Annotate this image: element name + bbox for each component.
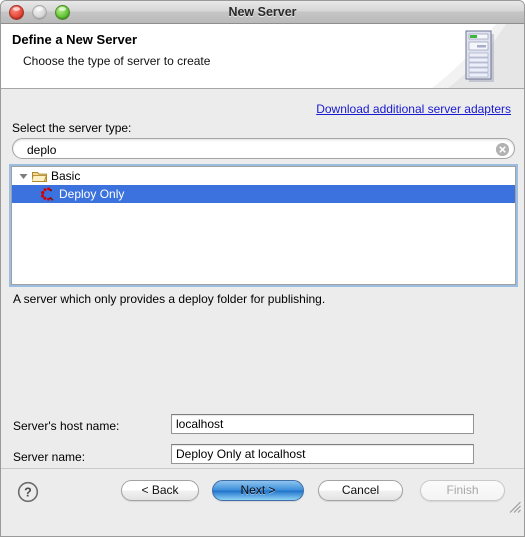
open-folder-icon bbox=[30, 170, 48, 183]
help-icon[interactable]: ? bbox=[17, 481, 39, 503]
tree-node-deploy-only[interactable]: Deploy Only bbox=[12, 185, 515, 203]
server-name-field[interactable] bbox=[171, 444, 474, 464]
finish-button: Finish bbox=[420, 480, 505, 501]
minimize-button[interactable] bbox=[32, 4, 47, 20]
tree-node-label: Basic bbox=[51, 169, 81, 183]
new-server-dialog-window: New Server Define a New Server Choose th… bbox=[0, 0, 525, 537]
server-name-label: Server name: bbox=[13, 450, 86, 464]
select-server-type-label: Select the server type: bbox=[12, 121, 132, 135]
titlebar[interactable]: New Server bbox=[1, 1, 524, 24]
close-button[interactable] bbox=[9, 4, 24, 20]
search-input[interactable] bbox=[25, 139, 489, 160]
back-button[interactable]: < Back bbox=[121, 480, 199, 501]
zoom-button[interactable] bbox=[55, 4, 70, 20]
host-name-field[interactable] bbox=[171, 414, 474, 434]
host-name-label: Server's host name: bbox=[13, 419, 120, 433]
server-name-input[interactable] bbox=[172, 445, 473, 463]
page-subtitle: Choose the type of server to create bbox=[23, 54, 211, 68]
page-title: Define a New Server bbox=[12, 32, 138, 47]
chevron-down-icon[interactable] bbox=[16, 172, 30, 181]
window-title: New Server bbox=[228, 5, 297, 19]
cancel-button[interactable]: Cancel bbox=[318, 480, 403, 501]
clear-circle-icon[interactable] bbox=[496, 143, 509, 156]
resize-grip[interactable] bbox=[508, 500, 522, 514]
window-controls bbox=[1, 4, 70, 20]
server-type-description: A server which only provides a deploy fo… bbox=[13, 292, 326, 306]
tree-node-label: Deploy Only bbox=[59, 187, 125, 201]
server-type-filter[interactable] bbox=[12, 138, 515, 160]
download-additional-server-adapters-link[interactable]: Download additional server adapters bbox=[316, 102, 511, 116]
dialog-footer: ? < Back Next > Cancel Finish bbox=[1, 468, 524, 516]
host-name-input[interactable] bbox=[172, 415, 473, 433]
server-type-tree[interactable]: Basic Deploy Only bbox=[11, 166, 516, 285]
dialog-body: Download additional server adapters Sele… bbox=[1, 89, 524, 516]
wizard-header: Define a New Server Choose the type of s… bbox=[1, 24, 524, 89]
svg-text:?: ? bbox=[24, 486, 32, 500]
deploy-only-icon bbox=[38, 187, 56, 201]
tree-node-basic[interactable]: Basic bbox=[12, 167, 515, 185]
server-tower-icon bbox=[432, 24, 524, 88]
next-button[interactable]: Next > bbox=[212, 480, 304, 501]
